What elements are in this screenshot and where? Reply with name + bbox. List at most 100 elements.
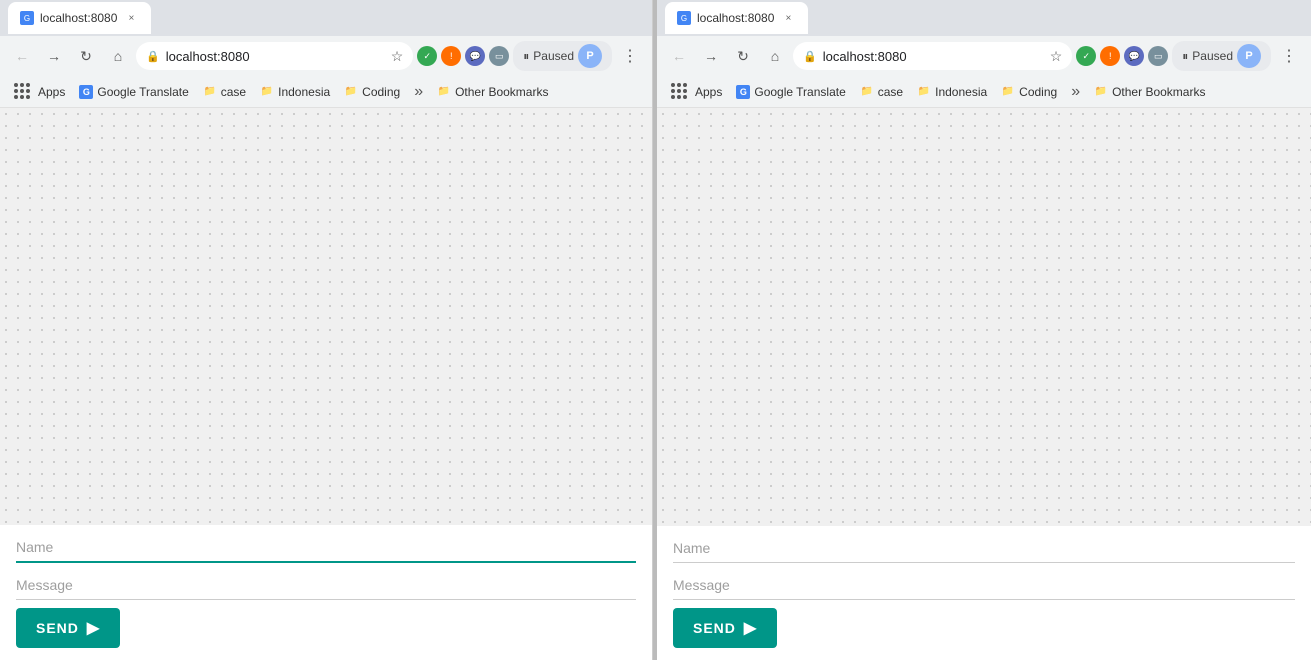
left-lock-icon: 🔒 [146, 50, 160, 63]
left-bookmark-google-translate[interactable]: G Google Translate [73, 83, 194, 101]
right-address-bar[interactable]: 🔒 localhost:8080 ☆ [793, 42, 1072, 70]
left-paused-icon: ⏸ [523, 49, 529, 64]
left-send-label: SEND [36, 620, 79, 636]
right-forward-button[interactable]: → [697, 42, 725, 70]
left-case-label: case [221, 85, 246, 99]
right-profile-icon: P [1237, 44, 1261, 68]
left-name-field [16, 533, 636, 563]
right-star-icon: ☆ [1050, 48, 1063, 65]
right-ext-green: ✓ [1076, 46, 1096, 66]
left-profile-icon: P [578, 44, 602, 68]
left-case-folder-icon: 📁 [203, 85, 217, 99]
right-coding-folder-icon: 📁 [1001, 85, 1015, 99]
right-bookmarks-bar: Apps G Google Translate 📁 case 📁 Indones… [657, 76, 1311, 108]
right-ext-chat: 💬 [1124, 46, 1144, 66]
right-tab-close[interactable]: × [780, 10, 796, 26]
left-indonesia-label: Indonesia [278, 85, 330, 99]
left-canvas-area [0, 108, 652, 525]
left-message-input[interactable] [16, 571, 636, 600]
left-paused-label: Paused [533, 49, 574, 63]
left-ext-chat: 💬 [465, 46, 485, 66]
right-bookmark-google-translate[interactable]: G Google Translate [730, 83, 851, 101]
left-back-button[interactable]: ← [8, 42, 36, 70]
right-lock-icon: 🔒 [803, 50, 817, 63]
right-back-button[interactable]: ← [665, 42, 693, 70]
right-coding-label: Coding [1019, 85, 1057, 99]
right-google-translate-icon: G [736, 85, 750, 99]
left-tab-favicon: G [20, 11, 34, 25]
right-bookmark-case[interactable]: 📁 case [854, 83, 909, 101]
right-other-folder-icon: 📁 [1094, 85, 1108, 99]
right-indonesia-label: Indonesia [935, 85, 987, 99]
left-ext-screen: ▭ [489, 46, 509, 66]
left-bookmark-other[interactable]: 📁 Other Bookmarks [431, 83, 554, 101]
right-tab-bar: G localhost:8080 × [657, 0, 1311, 36]
right-form-area: SEND ▶ [657, 526, 1311, 660]
left-coding-label: Coding [362, 85, 400, 99]
right-home-button[interactable]: ⌂ [761, 42, 789, 70]
right-name-field [673, 534, 1295, 563]
left-ext-green: ✓ [417, 46, 437, 66]
left-bookmark-coding[interactable]: 📁 Coding [338, 83, 406, 101]
left-ext-orange: ! [441, 46, 461, 66]
left-google-translate-icon: G [79, 85, 93, 99]
right-other-bookmarks-label: Other Bookmarks [1112, 85, 1205, 99]
right-case-folder-icon: 📁 [860, 85, 874, 99]
right-send-button[interactable]: SEND ▶ [673, 608, 777, 648]
right-browser-window: G localhost:8080 × ← → ↻ ⌂ 🔒 localhost:8… [657, 0, 1311, 660]
right-menu-button[interactable]: ⋮ [1275, 42, 1303, 70]
right-reload-button[interactable]: ↻ [729, 42, 757, 70]
right-paused-label: Paused [1192, 49, 1233, 63]
left-tab-close[interactable]: × [123, 10, 139, 26]
left-star-icon: ☆ [391, 48, 404, 65]
left-bookmark-apps[interactable]: Apps [8, 81, 71, 103]
right-name-input[interactable] [673, 534, 1295, 563]
right-tab-favicon: G [677, 11, 691, 25]
right-active-tab[interactable]: G localhost:8080 × [665, 2, 808, 34]
left-active-tab[interactable]: G localhost:8080 × [8, 2, 151, 34]
left-home-button[interactable]: ⌂ [104, 42, 132, 70]
left-indonesia-folder-icon: 📁 [260, 85, 274, 99]
left-name-input[interactable] [16, 533, 636, 563]
left-bookmark-case[interactable]: 📁 case [197, 83, 252, 101]
left-page-content: SEND ▶ [0, 108, 652, 660]
right-send-arrow-icon: ▶ [744, 618, 757, 638]
right-bookmark-other[interactable]: 📁 Other Bookmarks [1088, 83, 1211, 101]
right-ext-orange: ! [1100, 46, 1120, 66]
right-send-label: SEND [693, 620, 736, 636]
right-indonesia-folder-icon: 📁 [917, 85, 931, 99]
right-paused-icon: ⏸ [1182, 49, 1188, 64]
left-bookmark-more[interactable]: » [408, 81, 429, 103]
left-other-folder-icon: 📁 [437, 85, 451, 99]
left-form-area: SEND ▶ [0, 525, 652, 660]
left-send-button[interactable]: SEND ▶ [16, 608, 120, 648]
left-reload-button[interactable]: ↻ [72, 42, 100, 70]
left-url-text: localhost:8080 [166, 49, 385, 64]
right-ext-screen: ▭ [1148, 46, 1168, 66]
right-extensions: ✓ ! 💬 ▭ [1076, 46, 1168, 66]
left-browser-window: G localhost:8080 × ← → ↻ ⌂ 🔒 localhost:8… [0, 0, 653, 660]
right-case-label: case [878, 85, 903, 99]
right-address-bar-row: ← → ↻ ⌂ 🔒 localhost:8080 ☆ ✓ ! 💬 ▭ ⏸ Pau… [657, 36, 1311, 76]
right-bookmark-apps[interactable]: Apps [665, 81, 728, 103]
left-forward-button[interactable]: → [40, 42, 68, 70]
left-tab-label: localhost:8080 [40, 11, 117, 25]
right-bookmark-indonesia[interactable]: 📁 Indonesia [911, 83, 993, 101]
left-coding-folder-icon: 📁 [344, 85, 358, 99]
right-bookmark-more[interactable]: » [1065, 81, 1086, 103]
right-message-field [673, 571, 1295, 600]
right-message-input[interactable] [673, 571, 1295, 600]
left-paused-button[interactable]: ⏸ Paused P [513, 41, 612, 71]
left-bookmark-indonesia[interactable]: 📁 Indonesia [254, 83, 336, 101]
left-address-bar[interactable]: 🔒 localhost:8080 ☆ [136, 42, 413, 70]
right-bookmark-coding[interactable]: 📁 Coding [995, 83, 1063, 101]
left-tab-bar: G localhost:8080 × [0, 0, 652, 36]
right-paused-button[interactable]: ⏸ Paused P [1172, 41, 1271, 71]
left-message-field [16, 571, 636, 600]
left-other-bookmarks-label: Other Bookmarks [455, 85, 548, 99]
left-apps-grid-icon [14, 83, 32, 101]
left-bookmarks-bar: Apps G Google Translate 📁 case 📁 Indones… [0, 76, 652, 108]
left-menu-button[interactable]: ⋮ [616, 42, 644, 70]
right-tab-label: localhost:8080 [697, 11, 774, 25]
left-extensions: ✓ ! 💬 ▭ [417, 46, 509, 66]
